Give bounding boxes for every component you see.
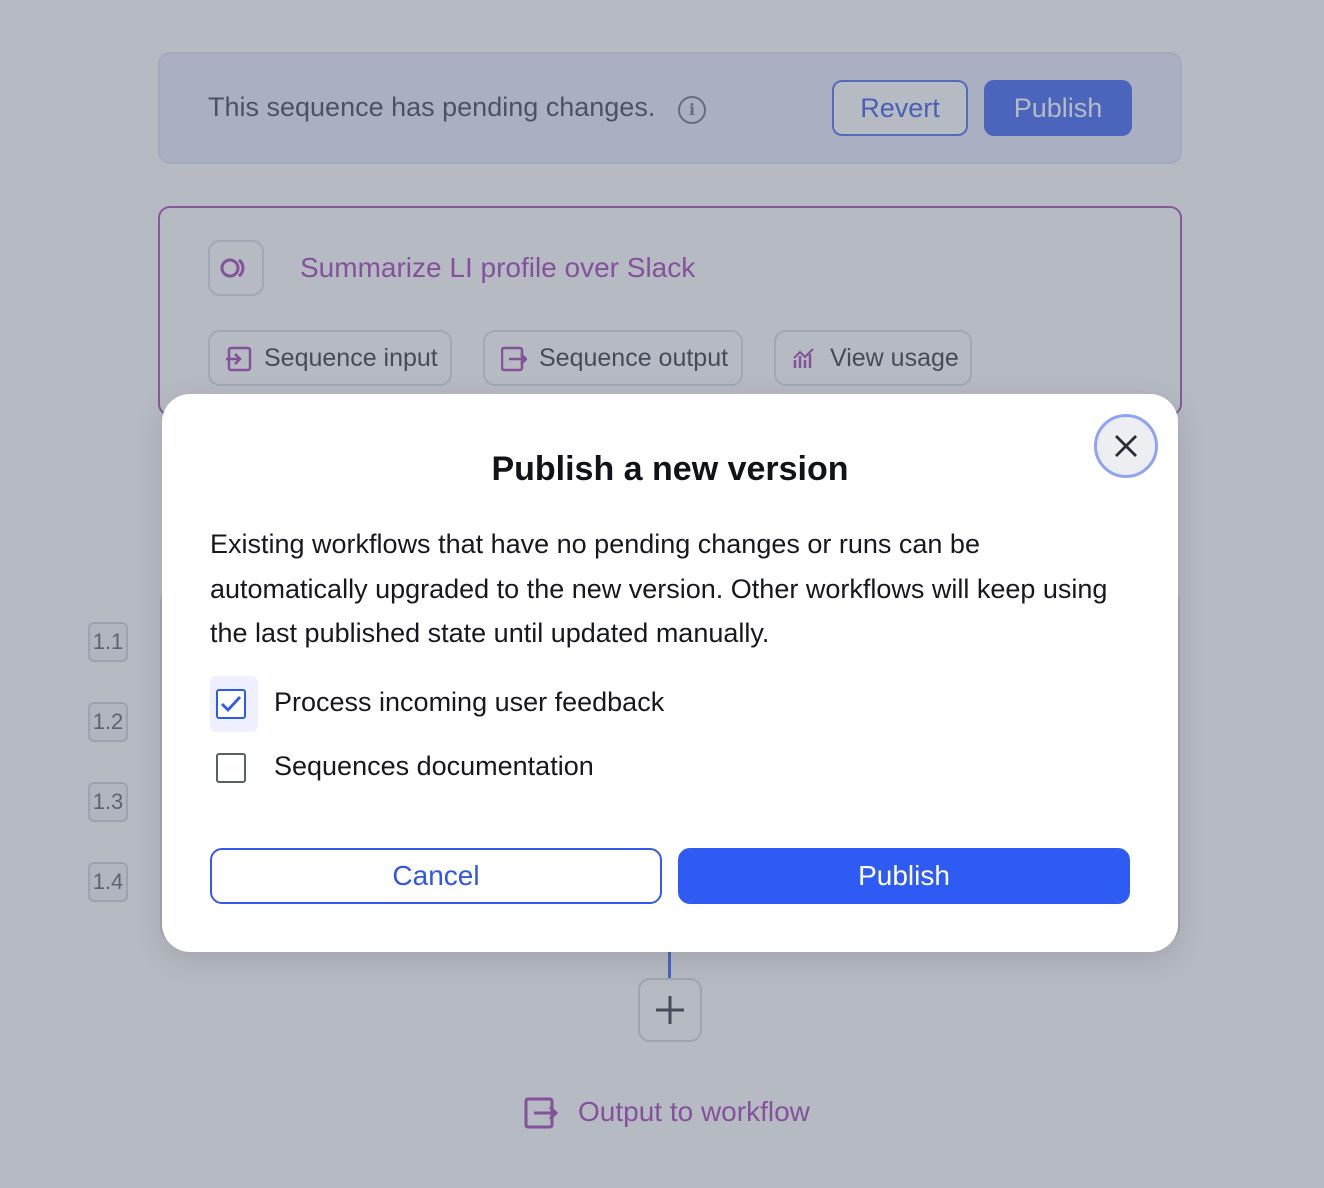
publish-button[interactable]: Publish: [678, 848, 1130, 904]
dialog-title: Publish a new version: [491, 450, 849, 488]
cancel-button[interactable]: Cancel: [210, 848, 662, 904]
workflow-checkbox-checked[interactable]: [216, 689, 246, 719]
dialog-description: Existing workflows that have no pending …: [210, 529, 1108, 648]
workflow-option-label: Sequences documentation: [274, 751, 594, 781]
workflow-option[interactable]: Process incoming user feedback: [210, 676, 910, 732]
checkbox-wrapper: [210, 740, 258, 796]
publish-dialog: Publish a new version Existing workflows…: [162, 394, 1178, 952]
workflow-option-label: Process incoming user feedback: [274, 687, 665, 717]
checkmark-icon: [221, 696, 242, 713]
checkbox-focus-ring: [210, 676, 258, 732]
workflow-option[interactable]: Sequences documentation: [210, 740, 910, 796]
workflow-checkbox-unchecked[interactable]: [216, 753, 246, 783]
